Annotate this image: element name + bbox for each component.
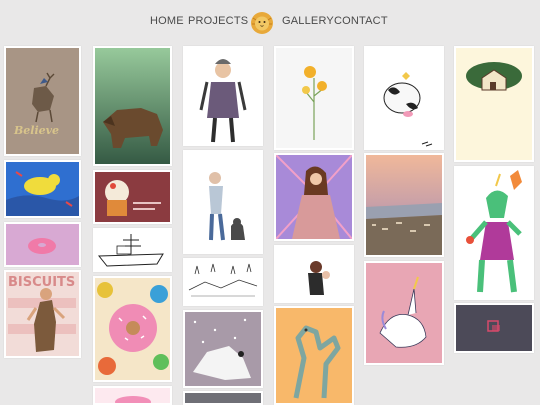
artwork-biscuits-poster[interactable]: BISCUITS [4,270,81,358]
artwork-yellow-dog-underwater[interactable] [4,160,81,218]
art-gallery-grid: Believe BISCUITS [0,0,540,405]
artwork-unicorn-pink[interactable] [364,261,444,365]
artwork-ice-cream-jar[interactable] [93,170,172,224]
biscuits-title-text: BISCUITS [8,275,75,290]
artwork-woman-in-gown[interactable] [274,153,354,241]
artwork-cartoon-cow[interactable] [364,46,444,150]
artwork-brown-bear[interactable] [93,46,172,166]
artwork-pink-donut[interactable] [4,222,81,267]
artwork-polar-bear-snow[interactable] [183,310,263,388]
artwork-hiker-portrait[interactable] [183,46,263,146]
artwork-deer-believe[interactable]: Believe [4,46,81,156]
deer-caption-text: Believe [13,124,59,137]
artwork-coastal-town[interactable] [364,153,444,257]
artwork-dinosaur-orange[interactable] [274,306,354,405]
artwork-fishing-boat-sketch[interactable] [93,228,172,272]
artwork-village-sketch[interactable] [183,258,263,306]
artwork-green-unicorn-woman[interactable] [454,166,534,300]
artwork-psychedelic-donut[interactable] [93,276,172,382]
artwork-dark-abstract[interactable] [454,303,534,353]
artwork-dark-partial[interactable] [183,391,263,405]
artwork-man-with-cat[interactable] [183,150,263,254]
artwork-dancer-pose[interactable] [274,245,354,303]
artwork-tree-cabin[interactable] [454,46,534,162]
artwork-pink-partial[interactable] [93,386,172,405]
artwork-yellow-flowers[interactable] [274,46,354,150]
